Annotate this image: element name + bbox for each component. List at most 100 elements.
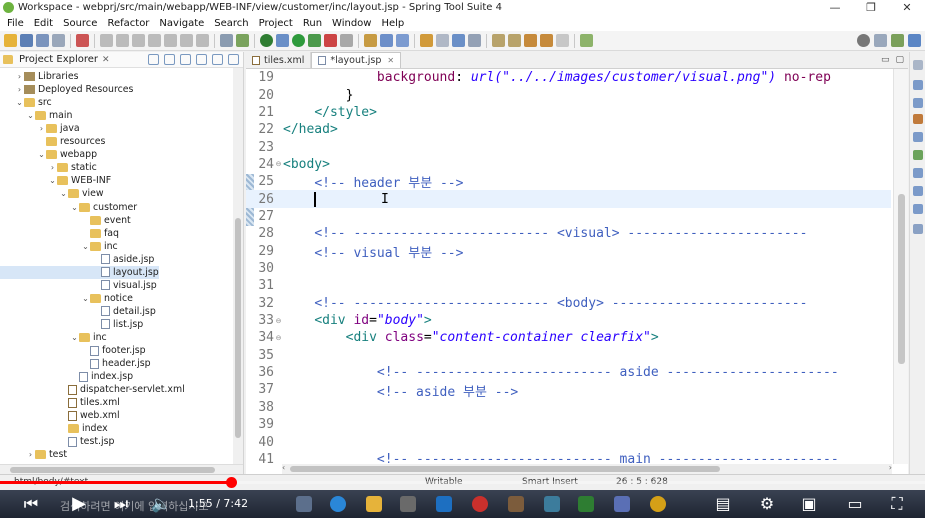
chevron-right-icon[interactable]: › xyxy=(15,85,24,94)
code-line[interactable]: 32 <!-- ------------------------- <body>… xyxy=(246,295,891,312)
tree-item[interactable]: dispatcher-servlet.xml xyxy=(0,383,185,396)
scrollbar-thumb[interactable] xyxy=(235,218,241,438)
step-into-icon[interactable] xyxy=(164,34,177,47)
tab-layout-jsp[interactable]: *layout.jsp ✕ xyxy=(311,52,402,68)
menu-help[interactable]: Help xyxy=(376,18,409,29)
code-line[interactable]: 24 ⊖ <body> xyxy=(246,156,891,173)
chevron-down-icon[interactable]: ⌄ xyxy=(81,242,90,251)
code-line[interactable]: 31 xyxy=(246,277,891,294)
tree-item[interactable]: index xyxy=(0,422,108,435)
tree-item[interactable]: › static xyxy=(0,161,97,174)
tree-item[interactable]: › test xyxy=(0,448,67,461)
maximize-button[interactable]: ❐ xyxy=(853,0,889,15)
search-icon[interactable] xyxy=(857,34,870,47)
previous-annotation-icon[interactable] xyxy=(508,34,521,47)
code-line[interactable]: 22 </head> xyxy=(246,121,891,138)
code-line[interactable]: 20 } xyxy=(246,86,891,103)
chevron-down-icon[interactable]: ⌄ xyxy=(37,150,46,159)
minimize-editor-icon[interactable]: ▭ xyxy=(881,55,890,65)
next-annotation-icon[interactable] xyxy=(492,34,505,47)
run-external-tools-icon[interactable] xyxy=(308,34,321,47)
code-line[interactable]: 29 <!-- visual 부분 --> xyxy=(246,243,891,261)
subtitles-icon[interactable]: ▤ xyxy=(710,494,736,514)
code-line[interactable]: 25 <!-- header 부분 --> xyxy=(246,173,891,191)
next-icon[interactable]: ⏭ xyxy=(110,494,132,514)
tree-item[interactable]: ⌄ inc xyxy=(0,331,107,344)
forward-icon[interactable] xyxy=(556,34,569,47)
close-view-icon[interactable]: ✕ xyxy=(102,55,110,65)
volume-icon[interactable]: 🔈 xyxy=(150,494,172,514)
tree-item[interactable]: visual.jsp xyxy=(0,279,157,292)
tree-item[interactable]: ⌄ main xyxy=(0,109,72,122)
open-type-icon[interactable] xyxy=(220,34,233,47)
back-icon[interactable] xyxy=(540,34,553,47)
annotation-icon[interactable] xyxy=(468,34,481,47)
chevron-down-icon[interactable]: ⌄ xyxy=(70,333,79,342)
scroll-left-icon[interactable]: ‹ xyxy=(282,463,285,472)
code-line[interactable]: 34 ⊖ <div class="content-container clearf… xyxy=(246,329,891,346)
tree-item[interactable]: tiles.xml xyxy=(0,396,120,409)
explorer-horizontal-scrollbar[interactable] xyxy=(0,464,243,474)
spring-boot-icon[interactable] xyxy=(236,34,249,47)
chevron-right-icon[interactable]: › xyxy=(48,163,57,172)
tree-item[interactable]: ⌄ WEB-INF xyxy=(0,174,111,187)
markers-view-icon[interactable] xyxy=(913,114,923,124)
suspend-icon[interactable] xyxy=(116,34,129,47)
tree-item[interactable]: ⌄ webapp xyxy=(0,148,97,161)
fold-toggle-icon[interactable]: ⊖ xyxy=(274,160,283,168)
tree-item[interactable]: ⌄ notice xyxy=(0,292,133,305)
minimize-view-icon[interactable] xyxy=(212,54,223,65)
filter-icon[interactable] xyxy=(180,54,191,65)
code-line[interactable]: 38 xyxy=(246,399,891,416)
console-view-icon[interactable] xyxy=(913,204,923,214)
code-line[interactable]: 37 <!-- aside 부분 --> xyxy=(246,381,891,399)
tree-item[interactable]: › java xyxy=(0,122,80,135)
tab-tiles-xml[interactable]: tiles.xml xyxy=(246,52,312,68)
link-with-editor-icon[interactable] xyxy=(164,54,175,65)
tree-item[interactable]: ⌄ view xyxy=(0,187,103,200)
tree-item[interactable]: list.jsp xyxy=(0,318,143,331)
close-tab-icon[interactable]: ✕ xyxy=(387,56,394,65)
tree-item[interactable]: event xyxy=(0,214,131,227)
file-explorer-icon[interactable] xyxy=(366,496,382,512)
edge-browser-icon[interactable] xyxy=(330,496,346,512)
java-ee-perspective-icon[interactable] xyxy=(891,34,904,47)
project-explorer-title[interactable]: Project Explorer xyxy=(19,54,98,65)
debug-icon[interactable] xyxy=(276,34,289,47)
menu-search[interactable]: Search xyxy=(209,18,253,29)
resume-icon[interactable] xyxy=(100,34,113,47)
step-over-icon[interactable] xyxy=(180,34,193,47)
data-source-view-icon[interactable] xyxy=(913,168,923,178)
app-icon[interactable] xyxy=(614,496,630,512)
new-java-project-icon[interactable] xyxy=(364,34,377,47)
fold-toggle-icon[interactable]: ⊖ xyxy=(274,334,283,342)
outline-view-icon[interactable] xyxy=(913,80,923,90)
code-line[interactable]: 33 ⊖ <div id="body"> xyxy=(246,312,891,329)
close-button[interactable]: ✕ xyxy=(889,0,925,15)
search-tool-icon[interactable] xyxy=(436,34,449,47)
task-list-icon[interactable] xyxy=(913,98,923,108)
boot-dashboard-icon[interactable] xyxy=(260,34,273,47)
fullscreen-icon[interactable]: ⛶ xyxy=(884,494,910,514)
menu-window[interactable]: Window xyxy=(327,18,376,29)
tree-item[interactable]: › Libraries xyxy=(0,70,79,83)
store-icon[interactable] xyxy=(400,496,416,512)
chevron-down-icon[interactable]: ⌄ xyxy=(15,98,24,107)
open-task-icon[interactable] xyxy=(420,34,433,47)
scroll-right-icon[interactable]: › xyxy=(889,463,892,472)
tree-item[interactable]: resources xyxy=(0,135,105,148)
mail-icon[interactable] xyxy=(436,496,452,512)
stop-server-icon[interactable] xyxy=(324,34,337,47)
code-line[interactable]: 30 xyxy=(246,260,891,277)
previous-icon[interactable]: ⏮ xyxy=(20,494,42,514)
server-icon[interactable] xyxy=(340,34,353,47)
tree-item[interactable]: faq xyxy=(0,227,119,240)
code-line[interactable]: 26 xyxy=(246,190,891,208)
spring-tool-icon[interactable] xyxy=(508,496,524,512)
code-line[interactable]: 28 <!-- ------------------------- <visua… xyxy=(246,225,891,242)
kakao-icon[interactable] xyxy=(650,496,666,512)
tree-item[interactable]: ⌄ customer xyxy=(0,201,137,214)
tree-item[interactable]: ⌄ inc xyxy=(0,240,118,253)
chevron-down-icon[interactable]: ⌄ xyxy=(81,294,90,303)
tree-item[interactable]: test.jsp xyxy=(0,435,114,448)
